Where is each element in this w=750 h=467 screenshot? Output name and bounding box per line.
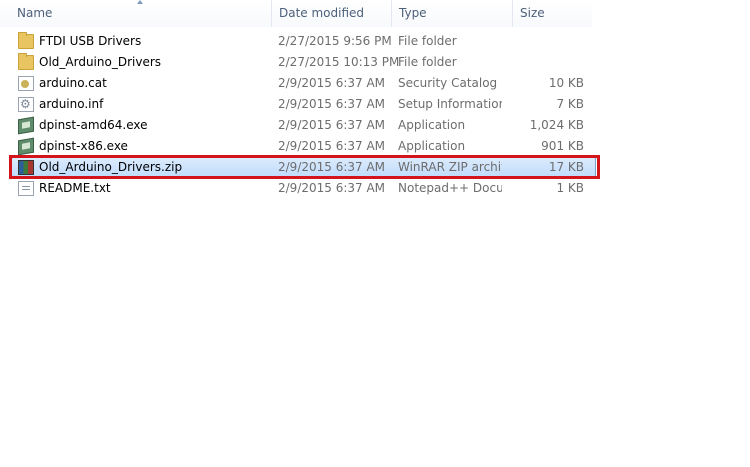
file-size: 10 KB (548, 76, 584, 90)
application-icon (18, 137, 34, 156)
file-row-arduino-cat[interactable]: arduino.cat 2/9/2015 6:37 AM Security Ca… (0, 73, 600, 94)
file-type: Setup Information (398, 97, 502, 111)
file-type: File folder (398, 34, 457, 48)
file-size: 901 KB (541, 139, 584, 153)
file-type: Security Catalog (398, 76, 498, 90)
column-header: Name Date modified Type Size (0, 0, 592, 27)
file-name: FTDI USB Drivers (39, 34, 142, 48)
file-size: 7 KB (556, 97, 584, 111)
file-date: 2/9/2015 6:37 AM (278, 97, 386, 111)
file-name: Old_Arduino_Drivers (39, 55, 162, 69)
file-row-ftdi-usb-drivers[interactable]: FTDI USB Drivers 2/27/2015 9:56 PM File … (0, 31, 600, 52)
file-row-readme-txt[interactable]: README.txt 2/9/2015 6:37 AM Notepad++ Do… (0, 178, 600, 199)
column-header-type[interactable]: Type (391, 0, 512, 27)
sort-ascending-icon (137, 0, 143, 4)
file-type: Notepad++ Docu... (398, 181, 502, 195)
column-header-name[interactable]: Name (10, 0, 271, 27)
file-type: File folder (398, 55, 457, 69)
file-rows: FTDI USB Drivers 2/27/2015 9:56 PM File … (0, 31, 600, 199)
file-name: arduino.cat (39, 76, 107, 90)
setup-info-icon (18, 94, 34, 115)
file-name: dpinst-x86.exe (39, 139, 128, 153)
column-header-date-modified[interactable]: Date modified (271, 0, 391, 27)
file-name: dpinst-amd64.exe (39, 118, 148, 132)
file-row-dpinst-x86[interactable]: dpinst-x86.exe 2/9/2015 6:37 AM Applicat… (0, 136, 600, 157)
column-header-size[interactable]: Size (512, 0, 592, 27)
file-type: Application (398, 139, 466, 153)
text-file-icon (18, 181, 34, 196)
file-date: 2/27/2015 10:13 PM (278, 55, 400, 69)
file-size: 1,024 KB (529, 118, 584, 132)
file-row-old-arduino-drivers[interactable]: Old_Arduino_Drivers 2/27/2015 10:13 PM F… (0, 52, 600, 73)
file-date: 2/9/2015 6:37 AM (278, 181, 386, 195)
folder-icon (18, 53, 34, 70)
winrar-zip-icon (18, 160, 34, 175)
file-list-view: Name Date modified Type Size FTDI USB Dr… (0, 0, 750, 467)
file-date: 2/27/2015 9:56 PM (278, 34, 392, 48)
file-date: 2/9/2015 6:37 AM (278, 160, 386, 174)
file-date: 2/9/2015 6:37 AM (278, 118, 386, 132)
file-row-arduino-inf[interactable]: arduino.inf 2/9/2015 6:37 AM Setup Infor… (0, 94, 600, 115)
security-catalog-icon (18, 76, 34, 91)
file-type: WinRAR ZIP archive (398, 160, 502, 174)
file-name: Old_Arduino_Drivers.zip (39, 160, 183, 174)
application-icon (18, 116, 34, 135)
folder-icon (18, 32, 34, 49)
file-size: 1 KB (556, 181, 584, 195)
file-type: Application (398, 118, 466, 132)
file-row-dpinst-amd64[interactable]: dpinst-amd64.exe 2/9/2015 6:37 AM Applic… (0, 115, 600, 136)
file-size: 17 KB (548, 160, 584, 174)
file-date: 2/9/2015 6:37 AM (278, 76, 386, 90)
file-row-old-arduino-drivers-zip[interactable]: Old_Arduino_Drivers.zip 2/9/2015 6:37 AM… (0, 155, 600, 179)
file-date: 2/9/2015 6:37 AM (278, 139, 386, 153)
file-name: README.txt (39, 181, 111, 195)
file-name: arduino.inf (39, 97, 104, 111)
